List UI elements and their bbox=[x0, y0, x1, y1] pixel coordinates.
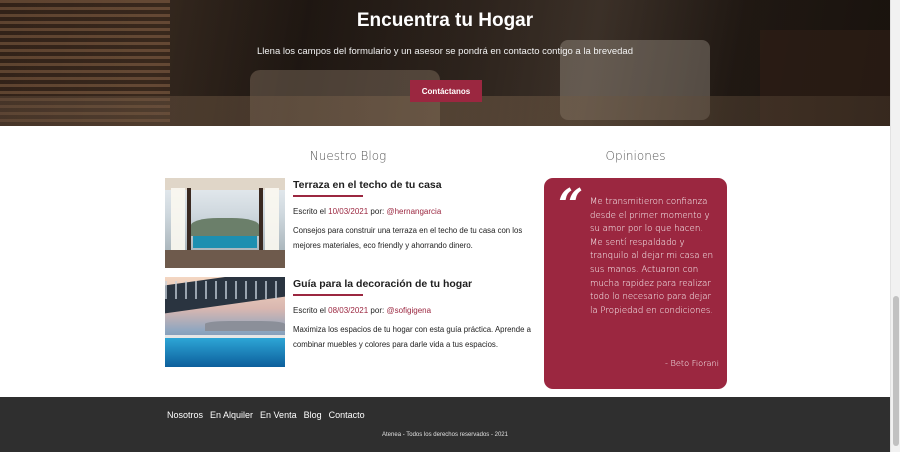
post-written-label: Escrito el bbox=[293, 306, 326, 315]
copyright-text: Atenea - Todos los derechos reservados -… bbox=[382, 432, 508, 438]
footer-link-nosotros[interactable]: Nosotros bbox=[167, 410, 203, 420]
contact-button[interactable]: Contáctanos bbox=[410, 80, 482, 102]
scrollbar-thumb[interactable] bbox=[893, 296, 899, 446]
post-image-terrace[interactable] bbox=[165, 178, 285, 268]
post-by-label: por: bbox=[370, 207, 385, 216]
post-title-link[interactable]: Guía para la decoración de tu hogar bbox=[293, 277, 535, 291]
post-date: 08/03/2021 bbox=[328, 306, 369, 315]
post-author-link[interactable]: @hernangarcia bbox=[386, 207, 441, 216]
footer: Nosotros En Alquiler En Venta Blog Conta… bbox=[0, 397, 890, 452]
hero-banner: Encuentra tu Hogar Llena los campos del … bbox=[0, 0, 890, 126]
quote-icon: “ bbox=[558, 180, 584, 231]
post-image-pool[interactable] bbox=[165, 277, 285, 367]
testimonial-card: “ Me transmitieron confianza desde el pr… bbox=[544, 178, 727, 389]
testimonial-author: - Beto Fiorani bbox=[664, 358, 719, 368]
post-meta: Escrito el 10/03/2021 por: @hernangarcia bbox=[293, 207, 535, 216]
post-excerpt: Maximiza los espacios de tu hogar con es… bbox=[293, 325, 531, 349]
post-excerpt: Consejos para construir una terraza en e… bbox=[293, 226, 523, 250]
hero-subtitle: Llena los campos del formulario y un ase… bbox=[256, 46, 633, 57]
post-author-link[interactable]: @sofigigena bbox=[386, 306, 431, 315]
footer-nav: Nosotros En Alquiler En Venta Blog Conta… bbox=[167, 410, 365, 420]
post-title-link[interactable]: Terraza en el techo de tu casa bbox=[293, 178, 535, 192]
post-by-label: por: bbox=[370, 306, 385, 315]
blog-heading: Nuestro Blog bbox=[309, 149, 387, 163]
footer-link-en-alquiler[interactable]: En Alquiler bbox=[210, 410, 253, 420]
testimonial-text: Me transmitieron confianza desde el prim… bbox=[590, 197, 714, 316]
post-written-label: Escrito el bbox=[293, 207, 326, 216]
footer-link-en-venta[interactable]: En Venta bbox=[260, 410, 297, 420]
footer-link-contacto[interactable]: Contacto bbox=[329, 410, 365, 420]
hero-title: Encuentra tu Hogar bbox=[356, 10, 534, 31]
post-meta: Escrito el 08/03/2021 por: @sofigigena bbox=[293, 306, 535, 315]
post-date: 10/03/2021 bbox=[328, 207, 369, 216]
footer-link-blog[interactable]: Blog bbox=[304, 410, 322, 420]
post-title-underline bbox=[293, 195, 363, 197]
post-title-underline bbox=[293, 294, 363, 296]
page-scrollbar[interactable] bbox=[890, 0, 900, 452]
opinions-heading: Opiniones bbox=[605, 149, 666, 163]
